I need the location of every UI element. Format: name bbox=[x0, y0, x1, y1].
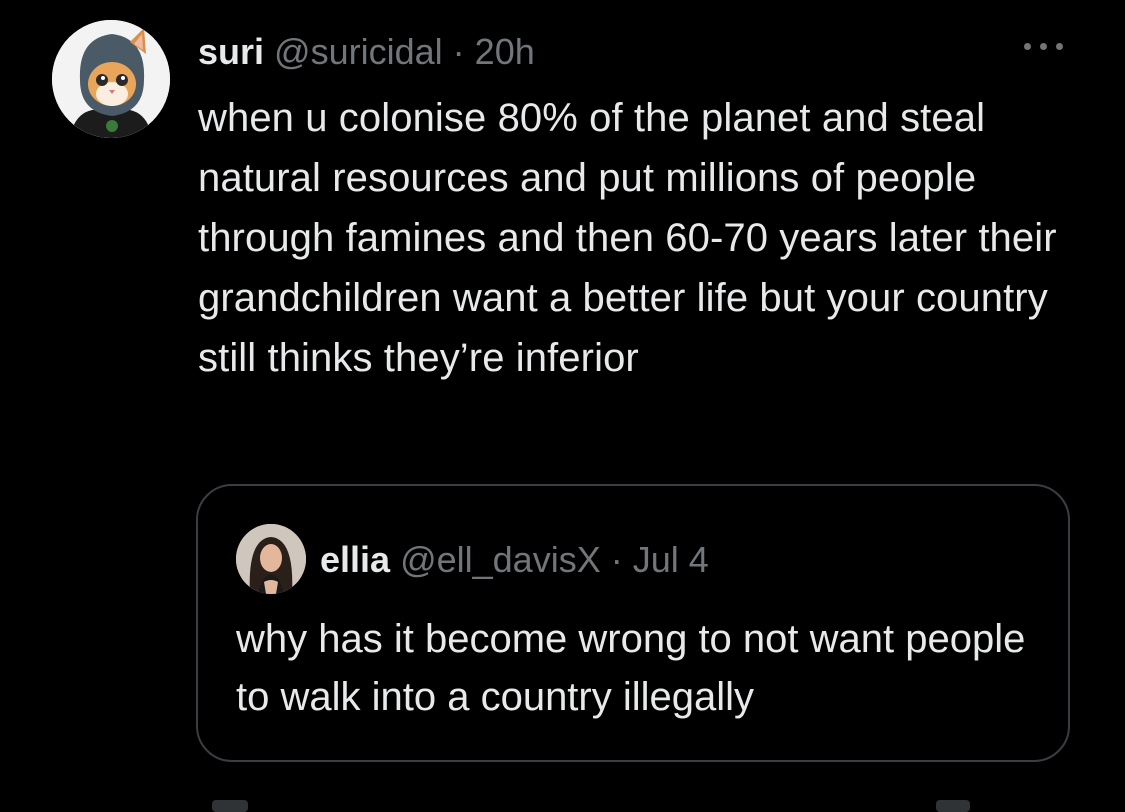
separator-dot: · bbox=[452, 31, 465, 72]
tweet-content: suri @suricidal · 20h when u colonise 80… bbox=[198, 26, 1078, 388]
quoted-display-name[interactable]: ellia bbox=[320, 539, 390, 580]
quoted-tweet[interactable]: ellia @ell_davisX · Jul 4 why has it bec… bbox=[196, 484, 1070, 762]
quoted-timestamp[interactable]: Jul 4 bbox=[633, 539, 709, 580]
share-icon-partial[interactable] bbox=[936, 800, 970, 812]
quoted-user-handle[interactable]: @ell_davisX bbox=[400, 539, 601, 580]
avatar[interactable] bbox=[52, 20, 170, 138]
quoted-tweet-text: why has it become wrong to not want peop… bbox=[236, 617, 1026, 719]
quoted-separator-dot: · bbox=[610, 539, 623, 580]
woman-avatar-image bbox=[236, 524, 306, 594]
more-horizontal-icon[interactable] bbox=[1018, 34, 1070, 58]
tweet-text: when u colonise 80% of the planet and st… bbox=[198, 96, 1057, 380]
cat-avatar-image bbox=[52, 20, 170, 138]
timestamp[interactable]: 20h bbox=[475, 31, 535, 72]
user-handle[interactable]: @suricidal bbox=[274, 31, 443, 72]
display-name[interactable]: suri bbox=[198, 31, 264, 72]
quoted-avatar[interactable] bbox=[236, 524, 306, 594]
reply-icon-partial[interactable] bbox=[212, 800, 248, 812]
tweet[interactable]: suri @suricidal · 20h when u colonise 80… bbox=[0, 0, 1125, 812]
tweet-header: suri @suricidal · 20h bbox=[198, 26, 1078, 78]
quoted-header: ellia @ell_davisX · Jul 4 bbox=[320, 534, 709, 586]
